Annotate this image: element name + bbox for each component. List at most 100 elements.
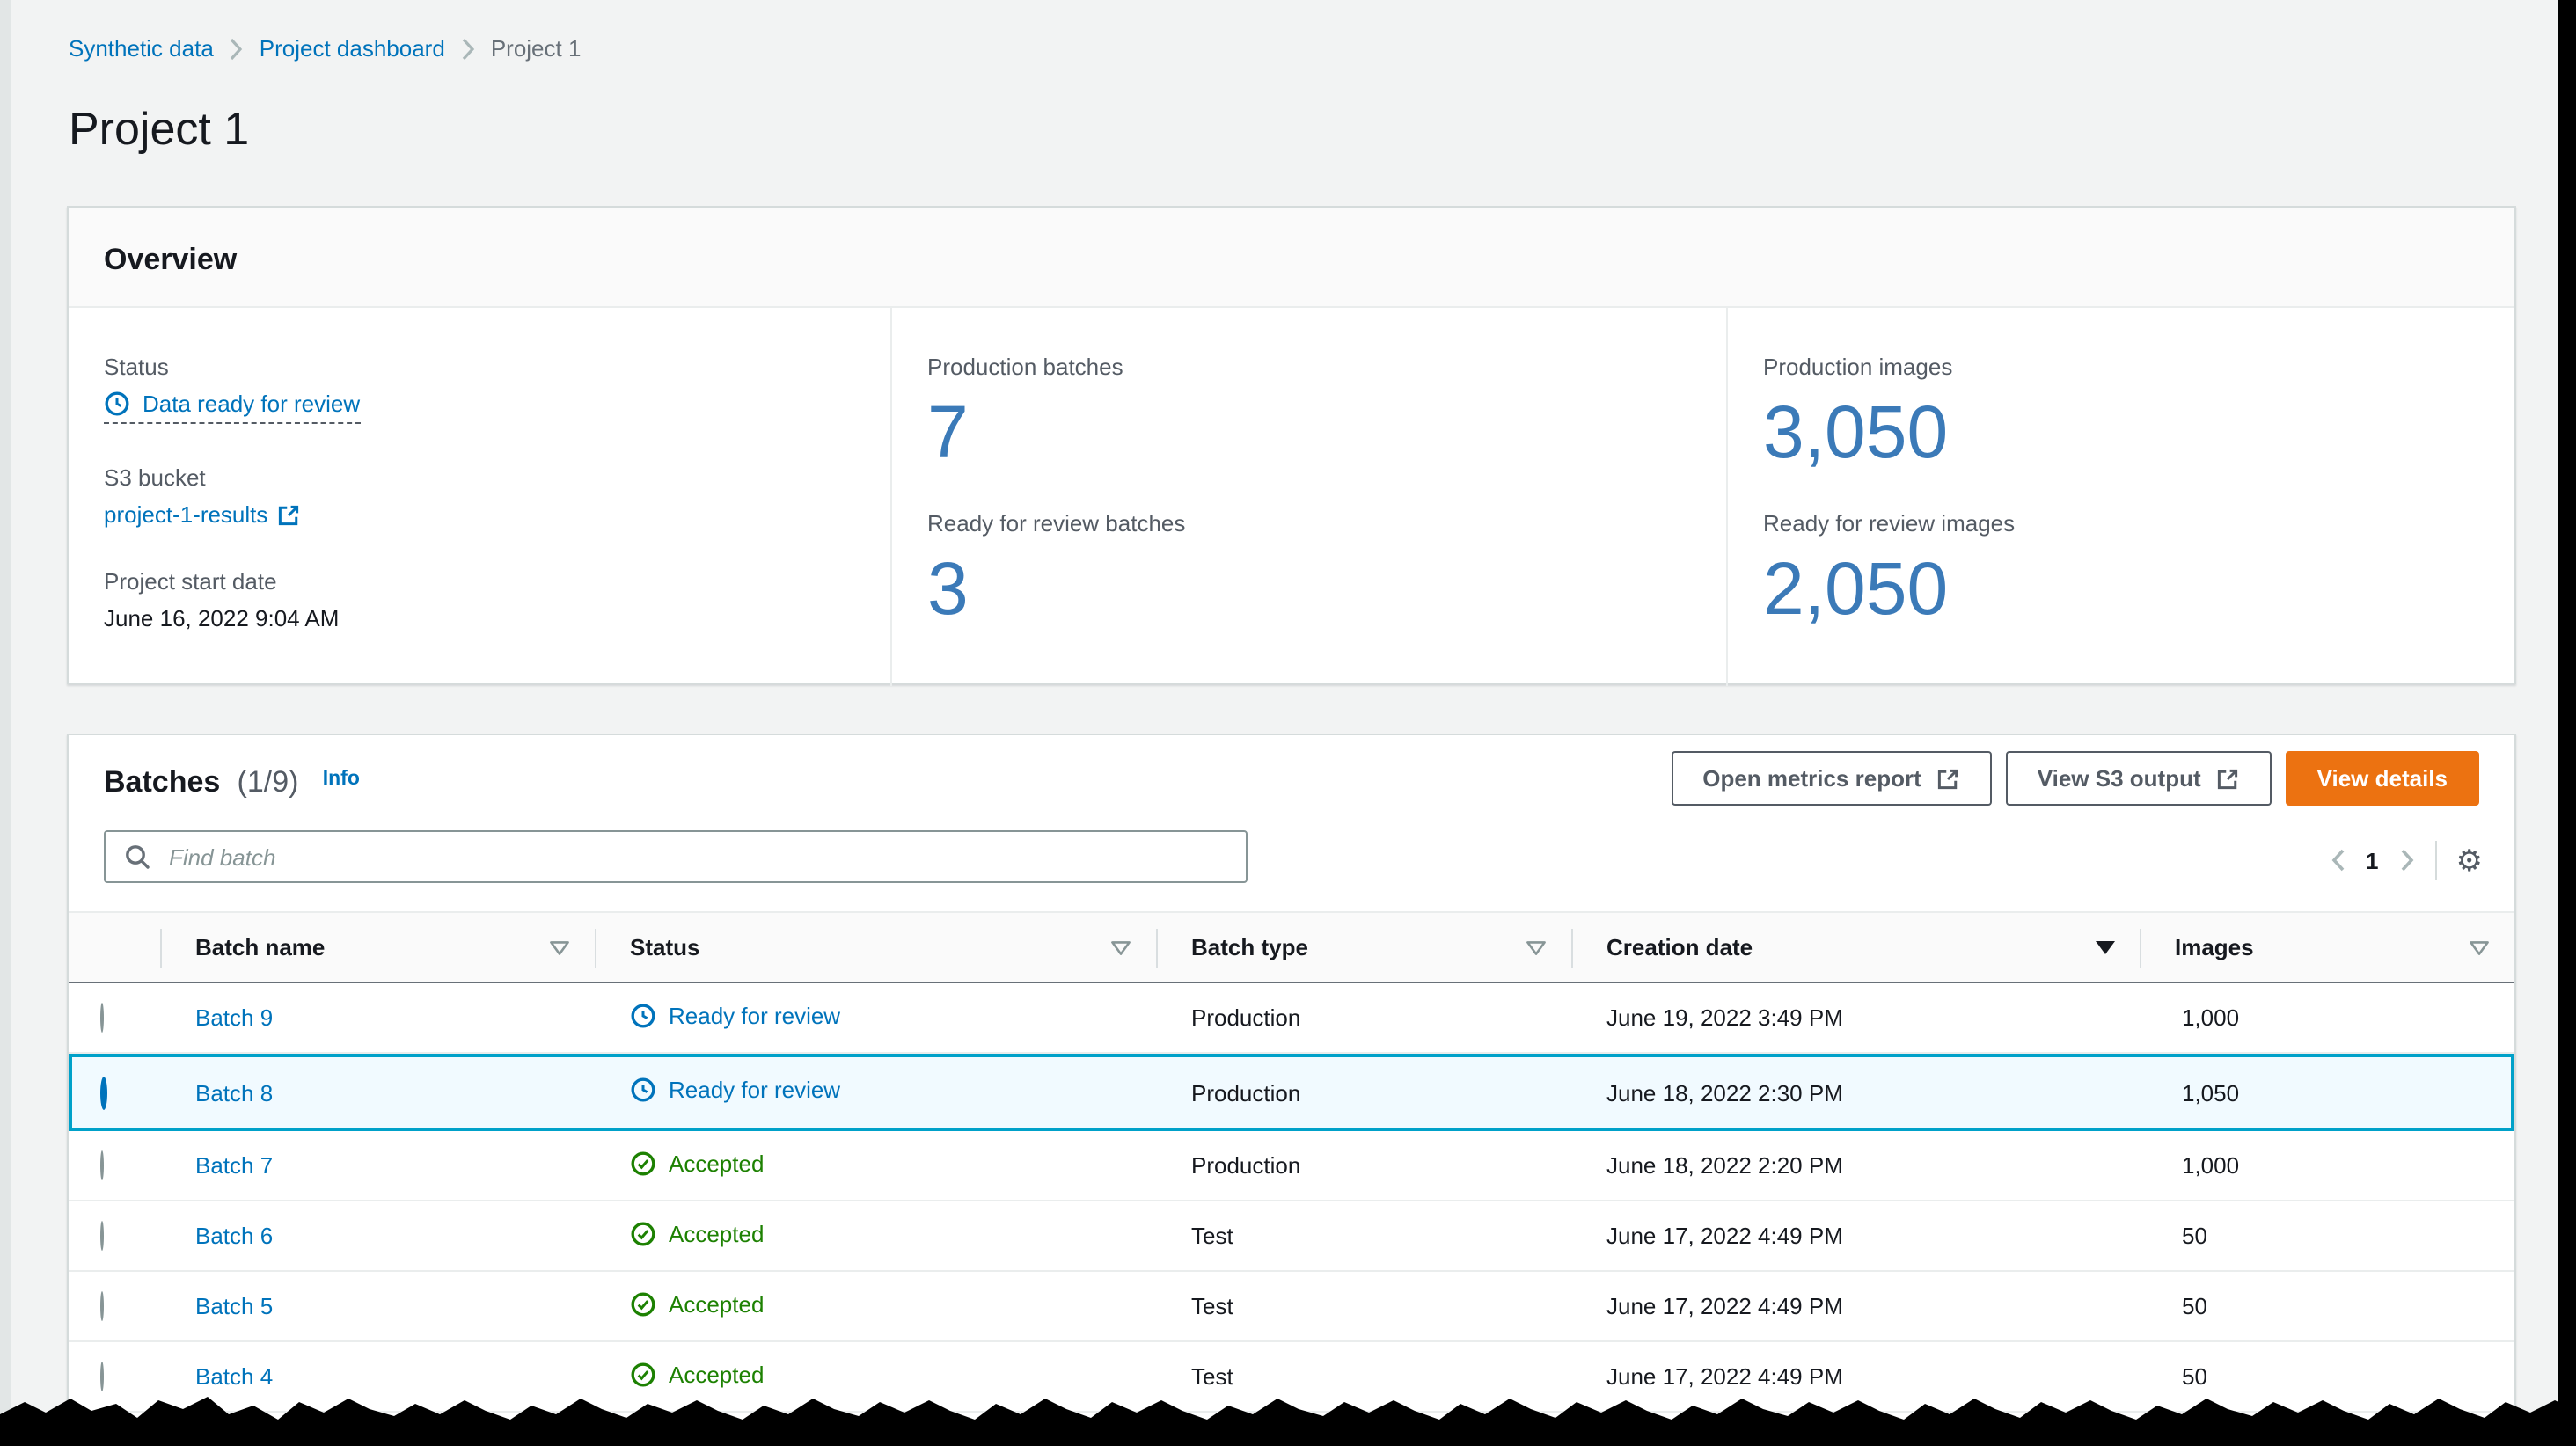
filter-icon[interactable] <box>1110 939 1131 955</box>
column-header-status[interactable]: Status <box>595 913 1156 982</box>
batch-type-cell: Test <box>1191 1223 1233 1249</box>
batches-panel: Batches (1/9) Info Open metrics report V… <box>67 734 2516 1446</box>
production-batches-label: Production batches <box>927 354 1123 380</box>
column-label: Batch type <box>1191 934 1308 960</box>
breadcrumb-link-synthetic-data[interactable]: Synthetic data <box>69 35 214 62</box>
production-images-label: Production images <box>1763 354 1953 380</box>
table-row[interactable]: Batch 6 Accepted Test June 17, 2022 4:49… <box>69 1201 2514 1272</box>
batches-heading: Batches <box>104 765 221 799</box>
overview-column-images: Production images 3,050 Ready for review… <box>1728 308 2514 686</box>
view-s3-output-button[interactable]: View S3 output <box>2005 751 2272 806</box>
clock-icon <box>631 1003 655 1027</box>
creation-date-cell: June 18, 2022 2:20 PM <box>1606 1152 1843 1179</box>
check-circle-icon <box>631 1362 655 1386</box>
radio-button[interactable] <box>100 1076 107 1109</box>
batch-name-link[interactable]: Batch 6 <box>195 1223 273 1249</box>
chevron-right-icon <box>462 37 474 60</box>
batch-name-link[interactable]: Batch 8 <box>195 1079 273 1106</box>
ready-review-batches-value: 3 <box>927 547 969 631</box>
column-header-creation-date[interactable]: Creation date <box>1571 913 2140 982</box>
status-cell: Accepted <box>630 1290 764 1317</box>
status-cell: Ready for review <box>630 1002 840 1028</box>
status-value-link[interactable]: Data ready for review <box>104 391 361 424</box>
filter-icon[interactable] <box>549 939 570 955</box>
project-start-date-value: June 16, 2022 9:04 AM <box>104 605 340 632</box>
batch-name-link[interactable]: Batch 5 <box>195 1293 273 1319</box>
column-label: Status <box>630 934 700 960</box>
breadcrumb-link-project-dashboard[interactable]: Project dashboard <box>260 35 445 62</box>
batch-name-link[interactable]: Batch 9 <box>195 1004 273 1031</box>
search-icon <box>126 845 150 869</box>
production-images-value: 3,050 <box>1763 391 1949 473</box>
view-details-button[interactable]: View details <box>2285 751 2479 806</box>
column-label: Images <box>2175 934 2254 960</box>
images-cell: 50 <box>2182 1363 2207 1390</box>
settings-gear-icon[interactable]: ⚙ <box>2456 845 2484 875</box>
table-row[interactable]: Batch 5 Accepted Test June 17, 2022 4:49… <box>69 1272 2514 1342</box>
open-metrics-report-label: Open metrics report <box>1702 765 1921 792</box>
column-header-batch-type[interactable]: Batch type <box>1156 913 1571 982</box>
radio-button[interactable] <box>100 1150 104 1180</box>
column-header-batch-name[interactable]: Batch name <box>160 913 595 982</box>
radio-button[interactable] <box>100 1291 104 1321</box>
table-row[interactable]: Batch 8 Ready for review Production June… <box>69 1054 2514 1131</box>
table-row[interactable]: Batch 7 Accepted Production June 18, 202… <box>69 1131 2514 1201</box>
images-cell: 1,050 <box>2182 1079 2240 1106</box>
info-link[interactable]: Info <box>323 769 360 790</box>
batch-name-link[interactable]: Batch 4 <box>195 1363 273 1390</box>
page-title: Project 1 <box>69 102 250 155</box>
status-cell: Accepted <box>630 1220 764 1246</box>
batch-type-cell: Production <box>1191 1004 1301 1031</box>
batch-type-cell: Test <box>1191 1363 1233 1390</box>
breadcrumb-current: Project 1 <box>490 35 582 62</box>
overview-heading: Overview <box>104 243 238 276</box>
external-link-icon <box>2217 768 2237 789</box>
ready-review-images-value: 2,050 <box>1763 547 1949 631</box>
column-label: Batch name <box>195 934 326 960</box>
radio-button[interactable] <box>100 1221 104 1251</box>
status-cell: Accepted <box>630 1361 764 1387</box>
batches-table: Batch name Status Batch type Creation da… <box>69 911 2514 1413</box>
batch-type-cell: Test <box>1191 1293 1233 1319</box>
search-box <box>104 830 1248 883</box>
torn-edge <box>0 1397 2576 1446</box>
view-details-label: View details <box>2316 765 2448 792</box>
check-circle-icon <box>631 1150 655 1175</box>
status-text: Accepted <box>669 1150 765 1176</box>
overview-panel: Overview Status Data ready for review S3… <box>67 206 2516 686</box>
radio-button[interactable] <box>100 1003 104 1033</box>
production-batches-value: 7 <box>927 391 969 473</box>
previous-page-icon[interactable] <box>2329 846 2346 874</box>
window-right-edge <box>2558 0 2576 1446</box>
page-number[interactable]: 1 <box>2366 847 2378 873</box>
open-metrics-report-button[interactable]: Open metrics report <box>1671 751 1992 806</box>
batch-name-link[interactable]: Batch 7 <box>195 1152 273 1179</box>
status-text: Accepted <box>669 1361 765 1387</box>
window-left-edge <box>0 0 11 1446</box>
pagination-divider <box>2434 841 2437 880</box>
creation-date-cell: June 17, 2022 4:49 PM <box>1606 1293 1843 1319</box>
view-s3-output-label: View S3 output <box>2037 765 2201 792</box>
batch-type-cell: Production <box>1191 1079 1301 1106</box>
images-cell: 50 <box>2182 1223 2207 1249</box>
overview-body: Status Data ready for review S3 bucket p… <box>69 308 2514 686</box>
check-circle-icon <box>631 1291 655 1316</box>
status-text: Accepted <box>669 1290 765 1317</box>
column-header-images[interactable]: Images <box>2140 913 2514 982</box>
search-input[interactable] <box>165 842 1228 872</box>
next-page-icon[interactable] <box>2398 846 2416 874</box>
ready-review-batches-label: Ready for review batches <box>927 510 1186 537</box>
column-label: Creation date <box>1606 934 1753 960</box>
batches-heading-line: Batches (1/9) Info <box>104 765 360 800</box>
table-row[interactable]: Batch 9 Ready for review Production June… <box>69 983 2514 1054</box>
radio-button[interactable] <box>100 1362 104 1391</box>
sort-descending-icon[interactable] <box>2096 940 2115 954</box>
status-label: Status <box>104 354 169 380</box>
creation-date-cell: June 19, 2022 3:49 PM <box>1606 1004 1843 1031</box>
s3-bucket-link[interactable]: project-1-results <box>104 501 301 528</box>
filter-icon[interactable] <box>2469 939 2490 955</box>
creation-date-cell: June 17, 2022 4:49 PM <box>1606 1223 1843 1249</box>
pagination: 1 ⚙ <box>2329 834 2483 887</box>
project-start-date-label: Project start date <box>104 568 277 595</box>
filter-icon[interactable] <box>1526 939 1547 955</box>
